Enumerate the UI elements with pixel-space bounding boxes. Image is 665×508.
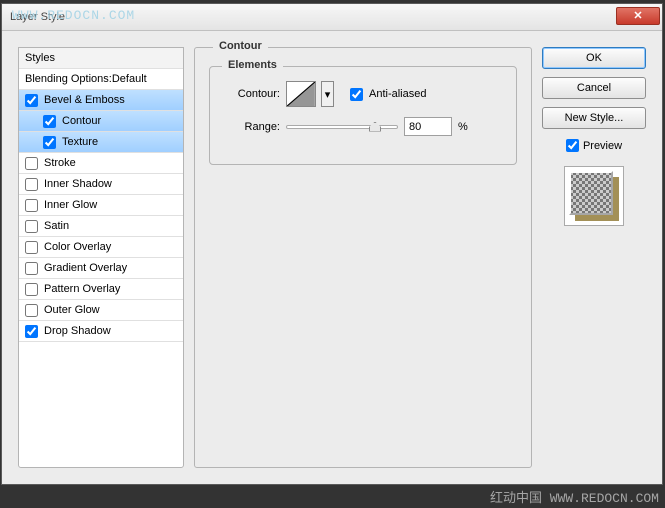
range-label: Range:: [224, 121, 280, 133]
styles-item[interactable]: Inner Shadow: [19, 174, 183, 195]
styles-item[interactable]: Inner Glow: [19, 195, 183, 216]
styles-item[interactable]: Color Overlay: [19, 237, 183, 258]
styles-item-checkbox[interactable]: [25, 262, 38, 275]
styles-item-checkbox[interactable]: [25, 325, 38, 338]
contour-curve-icon: [287, 82, 315, 106]
styles-panel: Styles Blending Options:Default Bevel & …: [18, 47, 184, 468]
anti-aliased-checkbox[interactable]: [350, 88, 363, 101]
styles-item-checkbox[interactable]: [25, 283, 38, 296]
styles-item-checkbox[interactable]: [25, 157, 38, 170]
preview-row: Preview: [542, 139, 646, 152]
elements-fieldset: Elements Contour: ▾ Anti-aliased: [209, 66, 517, 165]
styles-item[interactable]: Pattern Overlay: [19, 279, 183, 300]
styles-item-label: Stroke: [44, 157, 76, 169]
ok-button[interactable]: OK: [542, 47, 646, 69]
styles-item-checkbox[interactable]: [43, 136, 56, 149]
styles-item-checkbox[interactable]: [25, 94, 38, 107]
styles-item[interactable]: Outer Glow: [19, 300, 183, 321]
styles-label: Styles: [25, 52, 55, 64]
styles-item-label: Color Overlay: [44, 241, 111, 253]
styles-item-checkbox[interactable]: [25, 199, 38, 212]
styles-item[interactable]: Satin: [19, 216, 183, 237]
contour-row: Contour: ▾ Anti-aliased: [224, 81, 502, 107]
styles-item-label: Drop Shadow: [44, 325, 111, 337]
styles-item-label: Satin: [44, 220, 69, 232]
blending-options-row[interactable]: Blending Options:Default: [19, 69, 183, 90]
styles-item-checkbox[interactable]: [25, 178, 38, 191]
styles-item[interactable]: Stroke: [19, 153, 183, 174]
styles-item-label: Texture: [62, 136, 98, 148]
styles-item-checkbox[interactable]: [25, 304, 38, 317]
styles-item[interactable]: Contour: [19, 111, 183, 132]
range-input[interactable]: [404, 117, 452, 136]
contour-label: Contour:: [224, 88, 280, 100]
elements-title: Elements: [222, 59, 283, 71]
blending-options-label: Blending Options:Default: [25, 73, 147, 85]
watermark-bottom: 红动中国 WWW.REDOCN.COM: [490, 487, 659, 506]
styles-item-label: Outer Glow: [44, 304, 100, 316]
cancel-button[interactable]: Cancel: [542, 77, 646, 99]
preview-label: Preview: [583, 140, 622, 152]
layer-style-dialog: Layer Style ✕ Styles Blending Options:De…: [1, 3, 663, 485]
anti-aliased-label: Anti-aliased: [369, 88, 426, 100]
range-row: Range: %: [224, 117, 502, 136]
right-panel: OK Cancel New Style... Preview: [542, 47, 646, 468]
styles-item-checkbox[interactable]: [25, 241, 38, 254]
styles-item[interactable]: Drop Shadow: [19, 321, 183, 342]
contour-picker[interactable]: [286, 81, 316, 107]
styles-item-checkbox[interactable]: [25, 220, 38, 233]
window-title: Layer Style: [10, 11, 616, 23]
styles-item-checkbox[interactable]: [43, 115, 56, 128]
close-icon: ✕: [633, 9, 642, 22]
styles-item-label: Bevel & Emboss: [44, 94, 125, 106]
styles-item-label: Gradient Overlay: [44, 262, 127, 274]
styles-header[interactable]: Styles: [19, 48, 183, 69]
close-button[interactable]: ✕: [616, 7, 660, 25]
new-style-button[interactable]: New Style...: [542, 107, 646, 129]
styles-item[interactable]: Texture: [19, 132, 183, 153]
preview-checkbox[interactable]: [566, 139, 579, 152]
styles-item[interactable]: Gradient Overlay: [19, 258, 183, 279]
styles-item-label: Inner Glow: [44, 199, 97, 211]
styles-item-label: Inner Shadow: [44, 178, 112, 190]
styles-item-label: Contour: [62, 115, 101, 127]
titlebar[interactable]: Layer Style ✕: [2, 4, 662, 31]
preview-thumbnail: [564, 166, 624, 226]
range-unit: %: [458, 121, 468, 133]
styles-item[interactable]: Bevel & Emboss: [19, 90, 183, 111]
contour-dropdown[interactable]: ▾: [321, 81, 334, 107]
range-slider[interactable]: [286, 125, 398, 129]
styles-item-label: Pattern Overlay: [44, 283, 120, 295]
range-slider-thumb[interactable]: [369, 122, 381, 132]
settings-panel: Contour Elements Contour: ▾: [194, 47, 532, 468]
panel-title: Contour: [213, 40, 268, 52]
chevron-down-icon: ▾: [325, 88, 331, 101]
